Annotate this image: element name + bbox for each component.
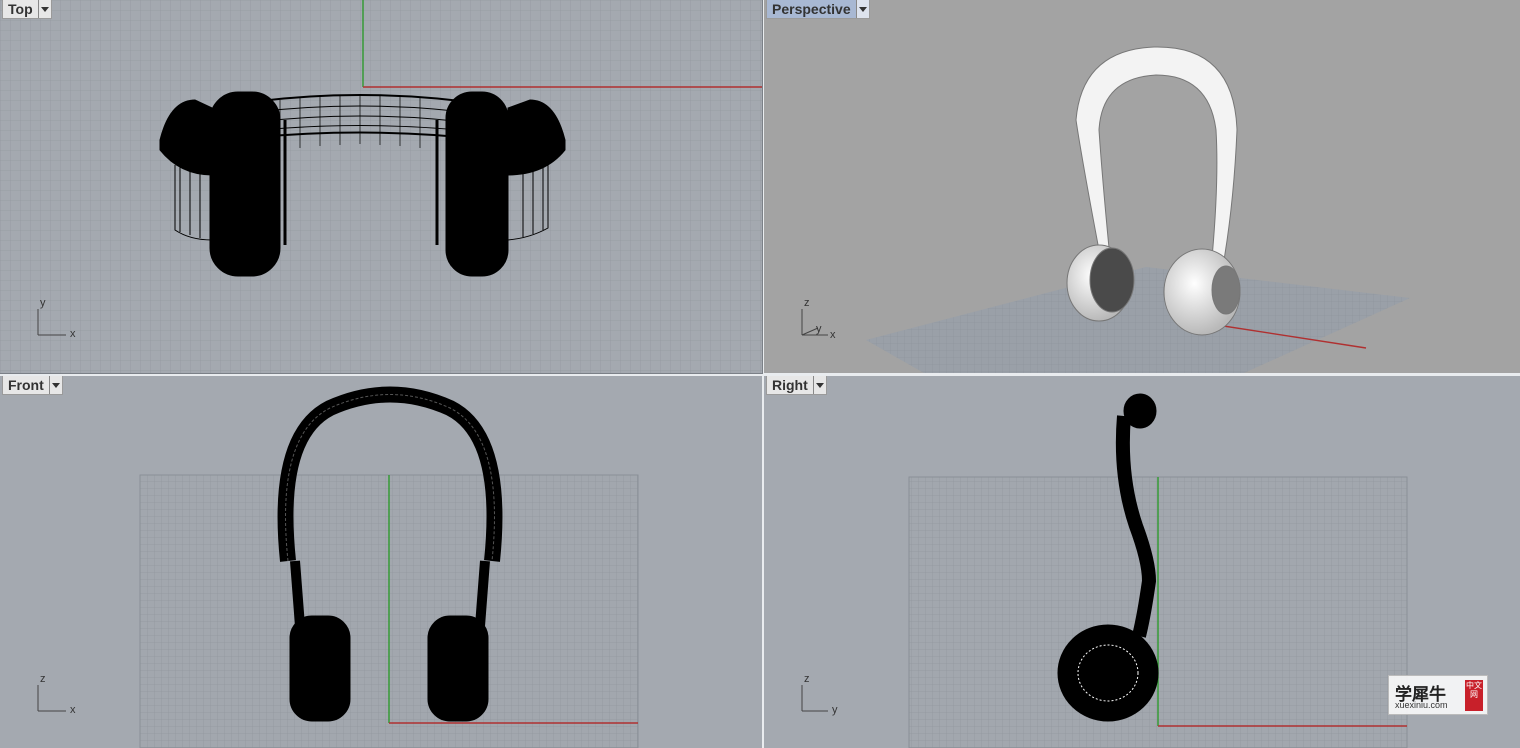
viewport-tab-top[interactable]: Top [2,0,52,19]
triangle-down-icon [815,382,824,388]
axis-label-a: y [40,297,46,309]
viewport-perspective[interactable]: z y x Perspective [764,0,1520,373]
watermark-seal: 中文网 [1465,680,1483,711]
viewport-tab-front[interactable]: Front [2,376,63,395]
triangle-down-icon [858,6,867,12]
axis-indicator [37,685,66,712]
axis-label-b: y [816,323,822,335]
watermark-url: xuexiniu.com [1395,700,1448,710]
perspective-view-canvas: z y x [801,46,1410,373]
watermark-logo: 学犀牛 xuexiniu.com 中文网 [1388,675,1488,715]
front-view-canvas: z x [37,386,639,748]
axis-label-b: y [832,704,838,716]
axis-indicator [801,685,828,712]
axis-label-c: x [830,329,836,341]
axis-label-b: x [70,328,76,340]
axis-indicator [801,309,828,336]
axis-label-b: x [70,704,76,716]
viewport-title[interactable]: Right [767,376,813,394]
axis-label-a: z [40,673,46,685]
viewport-menu-button[interactable] [855,0,869,18]
top-view-canvas: y x [0,0,762,373]
viewport-title[interactable]: Top [3,0,38,18]
viewport-menu-button[interactable] [37,0,51,18]
viewport-top[interactable]: y x Top [0,0,763,374]
viewport-title[interactable]: Perspective [767,0,856,18]
viewport-front[interactable]: z x Front [0,376,762,748]
triangle-down-icon [40,6,49,12]
viewport-tab-perspective[interactable]: Perspective [766,0,870,19]
axis-label-a: z [804,673,810,685]
viewport-menu-button[interactable] [48,376,62,394]
viewport-tab-right[interactable]: Right [766,376,827,395]
axis-label-a: z [804,297,810,309]
viewport-title[interactable]: Front [3,376,49,394]
triangle-down-icon [51,382,60,388]
viewport-menu-button[interactable] [812,376,826,394]
